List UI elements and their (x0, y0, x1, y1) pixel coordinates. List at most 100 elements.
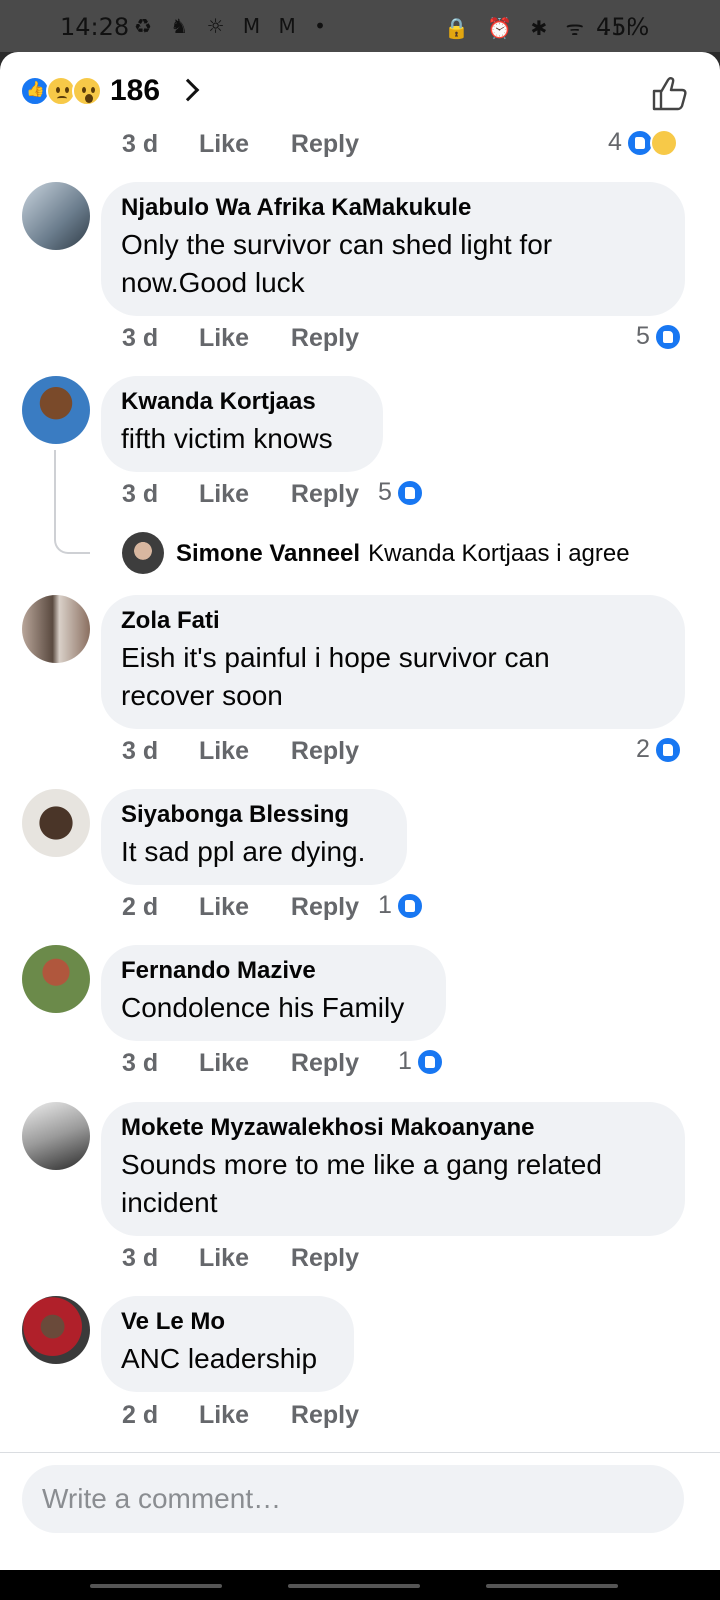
reply-button[interactable]: Reply (291, 324, 359, 353)
comment-time: 3 d (122, 324, 159, 352)
comment-author[interactable]: Njabulo Wa Afrika KaMakukule (121, 194, 665, 222)
comment-composer: Write a comment… (0, 1452, 720, 1572)
avatar[interactable] (22, 376, 90, 444)
like-button[interactable]: Like (199, 324, 284, 353)
reaction-count: 1 (398, 1047, 412, 1075)
comment-text: Condolence his Family (121, 992, 405, 1023)
comment-input[interactable]: Write a comment… (22, 1465, 684, 1533)
comment-author[interactable]: Siyabonga Blessing (121, 801, 387, 829)
comment-reactions[interactable]: 4 (608, 128, 678, 157)
comment-text: incident (121, 1187, 218, 1218)
avatar[interactable] (22, 1296, 90, 1364)
avatar[interactable] (22, 595, 90, 663)
comment-text: now.Good luck (121, 267, 305, 298)
reply-button[interactable]: Reply (291, 893, 359, 922)
comment-bubble: Mokete Myzawalekhosi Makoanyane Sounds m… (101, 1102, 685, 1236)
like-button[interactable]: Like (199, 893, 284, 922)
nav-home[interactable] (288, 1584, 420, 1588)
like-icon (653, 735, 682, 764)
comment-reactions[interactable]: 2 (636, 735, 682, 764)
comment-author[interactable]: Kwanda Kortjaas (121, 388, 363, 416)
reply-button[interactable]: Reply (291, 480, 359, 509)
comment-input-placeholder: Write a comment… (42, 1483, 282, 1514)
comment-text: It sad ppl are dying. (121, 836, 366, 867)
comment-meta: 3 d Like Reply (122, 1049, 359, 1078)
reply-button[interactable]: Reply (291, 1049, 359, 1078)
comment-meta: 3 d Like Reply (122, 737, 359, 766)
like-button[interactable]: Like (199, 1244, 284, 1273)
nav-recents[interactable] (90, 1584, 222, 1588)
like-button[interactable]: Like (199, 480, 284, 509)
sad-icon (649, 128, 678, 157)
comment-time: 3 d (122, 1049, 159, 1077)
system-nav-bar (0, 1570, 720, 1600)
comment-time: 3 d (122, 737, 159, 765)
comment-author[interactable]: Zola Fati (121, 607, 665, 635)
comment-bubble: Ve Le Mo ANC leadership (101, 1296, 354, 1392)
reply-thread-line (54, 450, 90, 554)
like-post-icon[interactable] (650, 74, 690, 114)
chevron-right-icon[interactable] (176, 78, 200, 102)
comment-bubble: Zola Fati Eish it's painful i hope survi… (101, 595, 685, 729)
comment-text: Sounds more to me like a gang related (121, 1149, 602, 1180)
comment-meta: 3 d Like Reply (122, 1244, 359, 1273)
like-button[interactable]: Like (199, 1401, 284, 1430)
reply-button[interactable]: Reply (291, 130, 359, 159)
reaction-count: 5 (636, 322, 650, 350)
comment-reactions[interactable]: 5 (636, 322, 682, 351)
avatar[interactable] (22, 1102, 90, 1170)
like-icon (395, 478, 424, 507)
reply-button[interactable]: Reply (291, 1244, 359, 1273)
comment-text: fifth victim knows (121, 423, 333, 454)
comments-sheet: 186 3 d Like Reply 4 Njabulo Wa Afrika K… (0, 52, 720, 1600)
comment-author[interactable]: Fernando Mazive (121, 957, 426, 985)
like-icon (395, 891, 424, 920)
avatar[interactable] (122, 532, 164, 574)
status-time: 14:28 (60, 13, 130, 41)
comment-meta: 3 d Like Reply (122, 324, 359, 353)
battery-level: 45% (596, 13, 650, 41)
comment-bubble: Kwanda Kortjaas fifth victim knows (101, 376, 383, 472)
comment-text: ANC leadership (121, 1343, 318, 1374)
comment-reactions[interactable]: 1 (378, 891, 424, 920)
like-icon (653, 322, 682, 351)
reaction-count: 5 (378, 478, 392, 506)
comment-meta: 2 d Like Reply (122, 1401, 359, 1430)
avatar[interactable] (22, 789, 90, 857)
comment-bubble: Njabulo Wa Afrika KaMakukule Only the su… (101, 182, 685, 316)
avatar[interactable] (22, 182, 90, 250)
comment-time: 2 d (122, 1401, 159, 1429)
reaction-icons[interactable] (20, 76, 106, 108)
like-button[interactable]: Like (199, 737, 284, 766)
reply-button[interactable]: Reply (291, 737, 359, 766)
comment-time: 2 d (122, 893, 159, 921)
nav-back[interactable] (486, 1584, 618, 1588)
notification-icons: ♻ ♞ ☼ M M • (134, 14, 332, 38)
comment-meta: 2 d Like Reply (122, 893, 359, 922)
reply-button[interactable]: Reply (291, 1401, 359, 1430)
comment-text: Only the survivor can shed light for (121, 229, 553, 260)
wow-reaction-icon (72, 76, 102, 106)
comment-time: 3 d (122, 1244, 159, 1272)
comment-bubble: Fernando Mazive Condolence his Family (101, 945, 446, 1041)
like-button[interactable]: Like (199, 1049, 284, 1078)
comment-bubble: Siyabonga Blessing It sad ppl are dying. (101, 789, 407, 885)
comment-author[interactable]: Mokete Myzawalekhosi Makoanyane (121, 1114, 665, 1142)
comment-time: 3 d (122, 480, 159, 508)
reply-author[interactable]: Simone Vanneel (176, 540, 360, 567)
like-icon (415, 1047, 444, 1076)
reply-text: Kwanda Kortjaas i agree (368, 540, 630, 567)
reaction-count: 2 (636, 735, 650, 763)
comment-reactions[interactable]: 5 (378, 478, 424, 507)
comment-author[interactable]: Ve Le Mo (121, 1308, 334, 1336)
reaction-count[interactable]: 186 (110, 74, 160, 108)
comment-reactions[interactable]: 1 (398, 1047, 444, 1076)
like-button[interactable]: Like (199, 130, 284, 159)
comment-text: recover soon (121, 680, 283, 711)
comment-time: 3 d (122, 130, 159, 158)
reactions-header[interactable]: 186 (0, 52, 720, 132)
reply-preview[interactable]: Simone Vanneel Kwanda Kortjaas i agree (176, 540, 630, 568)
avatar[interactable] (22, 945, 90, 1013)
reaction-count: 4 (608, 128, 622, 156)
comment-meta: 3 d Like Reply (122, 480, 359, 509)
